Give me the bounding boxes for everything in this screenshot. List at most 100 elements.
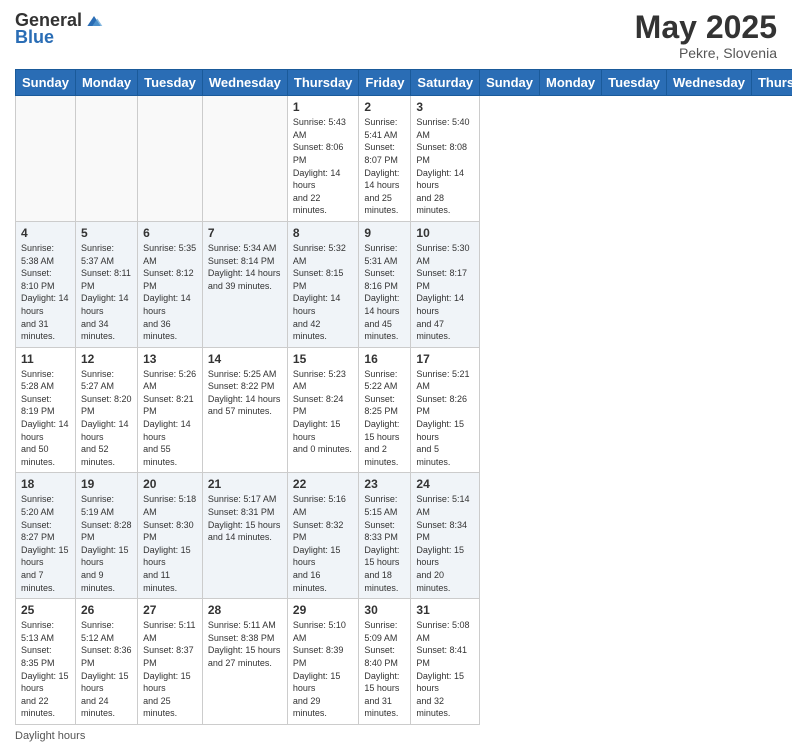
day-number: 7 [208, 226, 282, 240]
day-info: Sunrise: 5:32 AM Sunset: 8:15 PM Dayligh… [293, 242, 354, 343]
day-info: Sunrise: 5:26 AM Sunset: 8:21 PM Dayligh… [143, 368, 197, 469]
day-info: Sunrise: 5:31 AM Sunset: 8:16 PM Dayligh… [364, 242, 405, 343]
day-info: Sunrise: 5:08 AM Sunset: 8:41 PM Dayligh… [416, 619, 474, 720]
calendar-cell: 23 Sunrise: 5:15 AM Sunset: 8:33 PM Dayli… [359, 473, 411, 599]
day-info: Sunrise: 5:10 AM Sunset: 8:39 PM Dayligh… [293, 619, 354, 720]
day-info: Sunrise: 5:38 AM Sunset: 8:10 PM Dayligh… [21, 242, 70, 343]
day-info: Sunrise: 5:15 AM Sunset: 8:33 PM Dayligh… [364, 493, 405, 594]
day-number: 13 [143, 352, 197, 366]
day-info: Sunrise: 5:09 AM Sunset: 8:40 PM Dayligh… [364, 619, 405, 720]
calendar-cell: 7 Sunrise: 5:34 AM Sunset: 8:14 PM Daylig… [202, 221, 287, 347]
day-number: 5 [81, 226, 132, 240]
col-header-thursday: Thursday [751, 70, 792, 96]
day-info: Sunrise: 5:23 AM Sunset: 8:24 PM Dayligh… [293, 368, 354, 456]
week-row-5: 25 Sunrise: 5:13 AM Sunset: 8:35 PM Dayli… [16, 599, 792, 725]
day-info: Sunrise: 5:37 AM Sunset: 8:11 PM Dayligh… [81, 242, 132, 343]
calendar-cell: 19 Sunrise: 5:19 AM Sunset: 8:28 PM Dayli… [75, 473, 137, 599]
day-info: Sunrise: 5:11 AM Sunset: 8:37 PM Dayligh… [143, 619, 197, 720]
day-info: Sunrise: 5:22 AM Sunset: 8:25 PM Dayligh… [364, 368, 405, 469]
day-number: 17 [416, 352, 474, 366]
day-number: 30 [364, 603, 405, 617]
day-info: Sunrise: 5:43 AM Sunset: 8:06 PM Dayligh… [293, 116, 354, 217]
daylight-label: Daylight hours [15, 730, 85, 742]
calendar-cell [202, 96, 287, 222]
day-number: 31 [416, 603, 474, 617]
calendar-cell: 29 Sunrise: 5:10 AM Sunset: 8:39 PM Dayli… [287, 599, 359, 725]
day-info: Sunrise: 5:12 AM Sunset: 8:36 PM Dayligh… [81, 619, 132, 720]
day-number: 26 [81, 603, 132, 617]
day-number: 11 [21, 352, 70, 366]
col-header-sunday: Sunday [16, 70, 76, 96]
col-header-monday: Monday [540, 70, 602, 96]
calendar-cell: 12Sunrise: 5:27 AM Sunset: 8:20 PM Dayli… [75, 347, 137, 473]
day-info: Sunrise: 5:34 AM Sunset: 8:14 PM Dayligh… [208, 242, 282, 292]
day-number: 22 [293, 477, 354, 491]
day-info: Sunrise: 5:25 AM Sunset: 8:22 PM Dayligh… [208, 368, 282, 418]
col-header-thursday: Thursday [287, 70, 359, 96]
day-info: Sunrise: 5:16 AM Sunset: 8:32 PM Dayligh… [293, 493, 354, 594]
day-number: 15 [293, 352, 354, 366]
logo-blue: Blue [15, 27, 54, 48]
col-header-wednesday: Wednesday [666, 70, 751, 96]
calendar-cell: 31 Sunrise: 5:08 AM Sunset: 8:41 PM Dayli… [411, 599, 480, 725]
page: General Blue May 2025 Pekre, Slovenia Su… [0, 0, 792, 612]
col-header-saturday: Saturday [411, 70, 480, 96]
calendar-cell [138, 96, 203, 222]
day-info: Sunrise: 5:13 AM Sunset: 8:35 PM Dayligh… [21, 619, 70, 720]
calendar-cell: 4 Sunrise: 5:38 AM Sunset: 8:10 PM Daylig… [16, 221, 76, 347]
calendar-cell: 30 Sunrise: 5:09 AM Sunset: 8:40 PM Dayli… [359, 599, 411, 725]
day-number: 2 [364, 100, 405, 114]
calendar-cell: 9Sunrise: 5:31 AM Sunset: 8:16 PM Daylig… [359, 221, 411, 347]
day-number: 1 [293, 100, 354, 114]
calendar-cell: 11 Sunrise: 5:28 AM Sunset: 8:19 PM Dayli… [16, 347, 76, 473]
calendar-cell: 14 Sunrise: 5:25 AM Sunset: 8:22 PM Dayli… [202, 347, 287, 473]
calendar-cell: 18Sunrise: 5:20 AM Sunset: 8:27 PM Dayli… [16, 473, 76, 599]
col-header-tuesday: Tuesday [602, 70, 667, 96]
week-row-4: 18Sunrise: 5:20 AM Sunset: 8:27 PM Dayli… [16, 473, 792, 599]
day-number: 16 [364, 352, 405, 366]
day-number: 21 [208, 477, 282, 491]
calendar-cell: 5 Sunrise: 5:37 AM Sunset: 8:11 PM Daylig… [75, 221, 137, 347]
day-number: 18 [21, 477, 70, 491]
day-info: Sunrise: 5:30 AM Sunset: 8:17 PM Dayligh… [416, 242, 474, 343]
calendar-cell: 26 Sunrise: 5:12 AM Sunset: 8:36 PM Dayli… [75, 599, 137, 725]
week-row-2: 4 Sunrise: 5:38 AM Sunset: 8:10 PM Daylig… [16, 221, 792, 347]
day-number: 10 [416, 226, 474, 240]
calendar-cell: 15 Sunrise: 5:23 AM Sunset: 8:24 PM Dayli… [287, 347, 359, 473]
logo: General Blue [15, 10, 104, 48]
day-number: 19 [81, 477, 132, 491]
calendar-cell: 20 Sunrise: 5:18 AM Sunset: 8:30 PM Dayli… [138, 473, 203, 599]
calendar-cell: 27Sunrise: 5:11 AM Sunset: 8:37 PM Dayli… [138, 599, 203, 725]
day-info: Sunrise: 5:14 AM Sunset: 8:34 PM Dayligh… [416, 493, 474, 594]
calendar-cell: 24 Sunrise: 5:14 AM Sunset: 8:34 PM Dayli… [411, 473, 480, 599]
logo-icon [84, 11, 104, 31]
day-number: 23 [364, 477, 405, 491]
day-number: 29 [293, 603, 354, 617]
day-number: 25 [21, 603, 70, 617]
day-number: 24 [416, 477, 474, 491]
day-info: Sunrise: 5:28 AM Sunset: 8:19 PM Dayligh… [21, 368, 70, 469]
col-header-sunday: Sunday [480, 70, 540, 96]
day-info: Sunrise: 5:35 AM Sunset: 8:12 PM Dayligh… [143, 242, 197, 343]
day-info: Sunrise: 5:18 AM Sunset: 8:30 PM Dayligh… [143, 493, 197, 594]
week-row-1: 1 Sunrise: 5:43 AM Sunset: 8:06 PM Daylig… [16, 96, 792, 222]
calendar-cell: 3Sunrise: 5:40 AM Sunset: 8:08 PM Daylig… [411, 96, 480, 222]
week-row-3: 11 Sunrise: 5:28 AM Sunset: 8:19 PM Dayli… [16, 347, 792, 473]
day-number: 4 [21, 226, 70, 240]
col-header-tuesday: Tuesday [138, 70, 203, 96]
calendar-cell: 21Sunrise: 5:17 AM Sunset: 8:31 PM Dayli… [202, 473, 287, 599]
day-info: Sunrise: 5:21 AM Sunset: 8:26 PM Dayligh… [416, 368, 474, 469]
calendar-cell: 1 Sunrise: 5:43 AM Sunset: 8:06 PM Daylig… [287, 96, 359, 222]
header: General Blue May 2025 Pekre, Slovenia [15, 10, 777, 61]
day-number: 8 [293, 226, 354, 240]
title-block: May 2025 Pekre, Slovenia [635, 10, 777, 61]
day-number: 20 [143, 477, 197, 491]
day-number: 6 [143, 226, 197, 240]
day-number: 28 [208, 603, 282, 617]
footer: Daylight hours [15, 730, 777, 742]
header-row: SundayMondayTuesdayWednesdayThursdayFrid… [16, 70, 792, 96]
day-info: Sunrise: 5:19 AM Sunset: 8:28 PM Dayligh… [81, 493, 132, 594]
day-number: 14 [208, 352, 282, 366]
col-header-monday: Monday [75, 70, 137, 96]
calendar-cell: 16 Sunrise: 5:22 AM Sunset: 8:25 PM Dayli… [359, 347, 411, 473]
